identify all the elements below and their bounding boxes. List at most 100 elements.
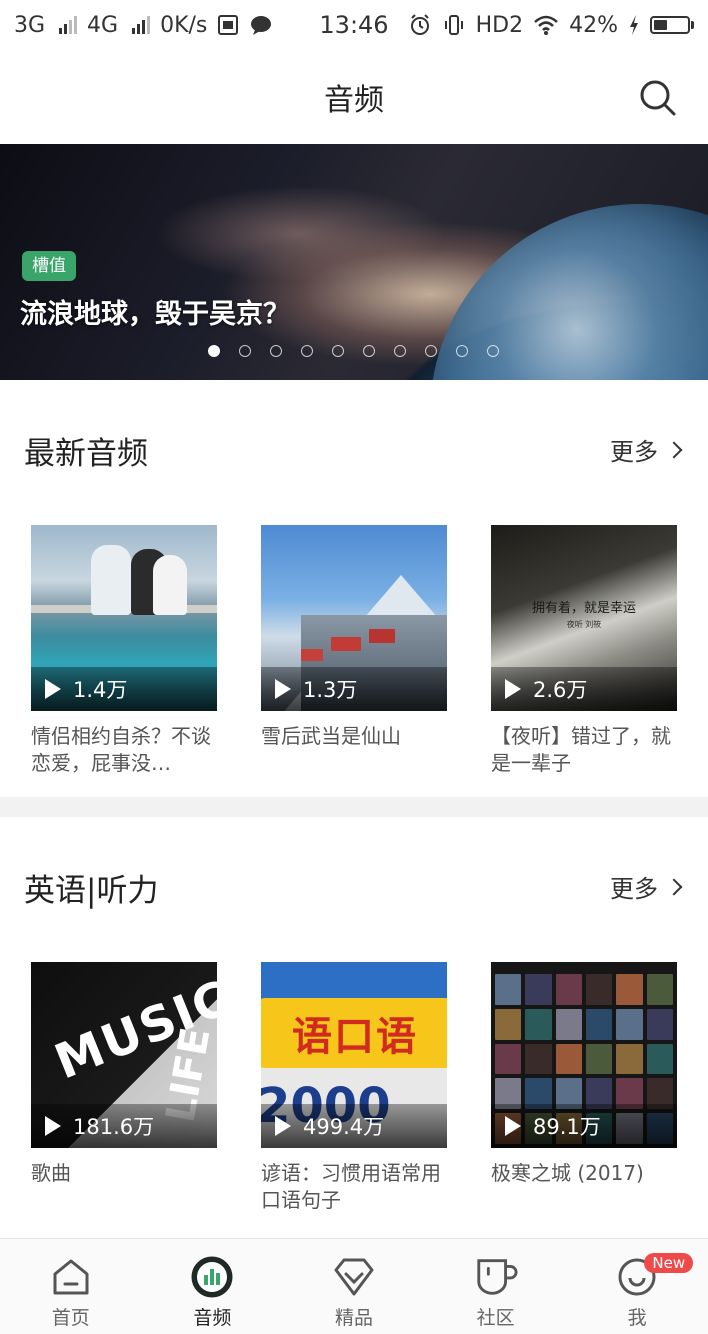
card-thumbnail: 1.3万 [261,525,447,711]
card-title: 情侣相约自杀？不谈恋爱，屁事没… [31,724,211,775]
banner-carousel[interactable]: 槽值 流浪地球，毁于吴京？ [0,144,708,380]
signal-icon [132,16,151,34]
banner-tag: 槽值 [22,251,76,281]
play-icon [45,679,61,699]
nav-label: 音频 [193,1307,232,1329]
play-icon [275,1116,291,1136]
chevron-right-icon [665,878,683,895]
network-4g-label: 4G [87,12,119,38]
play-count: 499.4万 [303,1115,385,1139]
play-count: 1.3万 [303,678,358,702]
section-divider [0,797,708,817]
audio-card[interactable]: 1.3万 雪后武当是仙山 [261,525,447,777]
card-thumbnail: MUSIC LIFE 181.6万 [31,962,217,1148]
audio-icon [190,1255,234,1299]
play-icon [505,679,521,699]
carousel-dot[interactable] [394,345,406,357]
page-title: 音频 [324,83,384,118]
audio-card[interactable]: 1.4万 情侣相约自杀？不谈恋爱，屁事没… [31,525,217,777]
card-thumbnail: 1.4万 [31,525,217,711]
play-count: 89.1万 [533,1115,601,1139]
card-title: 谚语：习惯用语常用口语句子 [261,1161,441,1212]
chevron-right-icon [665,441,683,458]
network-3g-label: 3G [14,12,46,38]
chat-bubble-icon [251,16,272,35]
play-count-bar: 89.1万 [491,1104,677,1148]
audio-card[interactable]: 89.1万 极寒之城 (2017) [491,962,677,1214]
card-title: 歌曲 [31,1161,71,1185]
battery-percent: 42% [569,12,618,38]
card-title: 极寒之城 (2017) [491,1161,644,1185]
section-title: 最新音频 [24,436,148,472]
card-thumbnail: 89.1万 [491,962,677,1148]
play-count: 1.4万 [73,678,128,702]
vibrate-icon [444,15,463,35]
audio-card[interactable]: 语口语 2000 499.4万 谚语：习惯用语常用口语句子 [261,962,447,1214]
more-button[interactable]: 更多 [610,432,683,467]
cover-subtext: 夜听 刘筱 [566,620,602,629]
carousel-indicator [208,345,499,357]
more-button[interactable]: 更多 [610,869,683,904]
nav-item-audio[interactable]: 音频 [142,1239,284,1334]
bottom-nav: 首页 音频 精品 社区 New 我 [0,1238,708,1334]
carousel-dot[interactable] [487,345,499,357]
nav-label: 首页 [51,1307,90,1329]
carousel-dot[interactable] [208,345,220,357]
app-notification-icon [218,15,239,35]
card-thumbnail: 拥有着，就是幸运 夜听 刘筱 2.6万 [491,525,677,711]
play-count-bar: 499.4万 [261,1104,447,1148]
play-count-bar: 1.4万 [31,667,217,711]
card-title: 【夜听】错过了，就是一辈子 [491,724,671,775]
status-bar: 3G 4G 0K/s 13:46 HD2 42% [0,0,708,50]
play-count-bar: 2.6万 [491,667,677,711]
audio-card[interactable]: 拥有着，就是幸运 夜听 刘筱 2.6万 【夜听】错过了，就是一辈子 [491,525,677,777]
section-english-listening: 英语|听力 更多 MUSIC LIFE 181.6万 歌曲 语口语 2000 4… [0,817,708,1238]
section-title: 英语|听力 [24,873,159,909]
battery-icon [650,16,694,34]
wifi-icon [534,15,558,35]
carousel-dot[interactable] [425,345,437,357]
nav-item-community[interactable]: 社区 [425,1239,567,1334]
play-count-bar: 1.3万 [261,667,447,711]
carousel-dot[interactable] [239,345,251,357]
hd-label: HD2 [475,12,524,38]
nav-label: 社区 [476,1307,515,1329]
cover-text: 语口语 [261,998,447,1068]
alarm-icon [410,14,429,35]
audio-card[interactable]: MUSIC LIFE 181.6万 歌曲 [31,962,217,1214]
search-icon [640,80,676,116]
cup-icon [474,1255,518,1299]
carousel-dot[interactable] [270,345,282,357]
play-icon [275,679,291,699]
nav-item-me[interactable]: New 我 [566,1239,708,1334]
carousel-dot[interactable] [363,345,375,357]
diamond-icon [332,1255,376,1299]
carousel-dot[interactable] [301,345,313,357]
new-badge: New [644,1253,694,1273]
status-left: 3G 4G 0K/s [14,13,408,38]
card-thumbnail: 语口语 2000 499.4万 [261,962,447,1148]
play-count: 2.6万 [533,678,588,702]
status-right: HD2 42% [408,13,694,38]
card-title: 雪后武当是仙山 [261,724,401,748]
play-icon [45,1116,61,1136]
nav-item-home[interactable]: 首页 [0,1239,142,1334]
play-count: 181.6万 [73,1115,155,1139]
network-speed: 0K/s [160,12,208,38]
nav-item-premium[interactable]: 精品 [283,1239,425,1334]
search-button[interactable] [638,78,678,118]
nav-label: 精品 [334,1307,373,1329]
section-latest-audio: 最新音频 更多 1.4万 情侣相约自杀？不谈恋爱，屁事没… 1.3万 雪后武当是… [0,380,708,798]
top-header: 音频 [0,50,708,144]
play-icon [505,1116,521,1136]
cover-text: 拥有着，就是幸运 [531,601,636,616]
more-label: 更多 [610,438,658,466]
home-icon [49,1255,93,1299]
carousel-dot[interactable] [332,345,344,357]
nav-label: 我 [627,1307,647,1329]
signal-icon [59,16,78,34]
carousel-dot[interactable] [456,345,468,357]
charging-icon [630,15,638,35]
banner-title: 流浪地球，毁于吴京？ [20,299,290,330]
more-label: 更多 [610,875,658,903]
